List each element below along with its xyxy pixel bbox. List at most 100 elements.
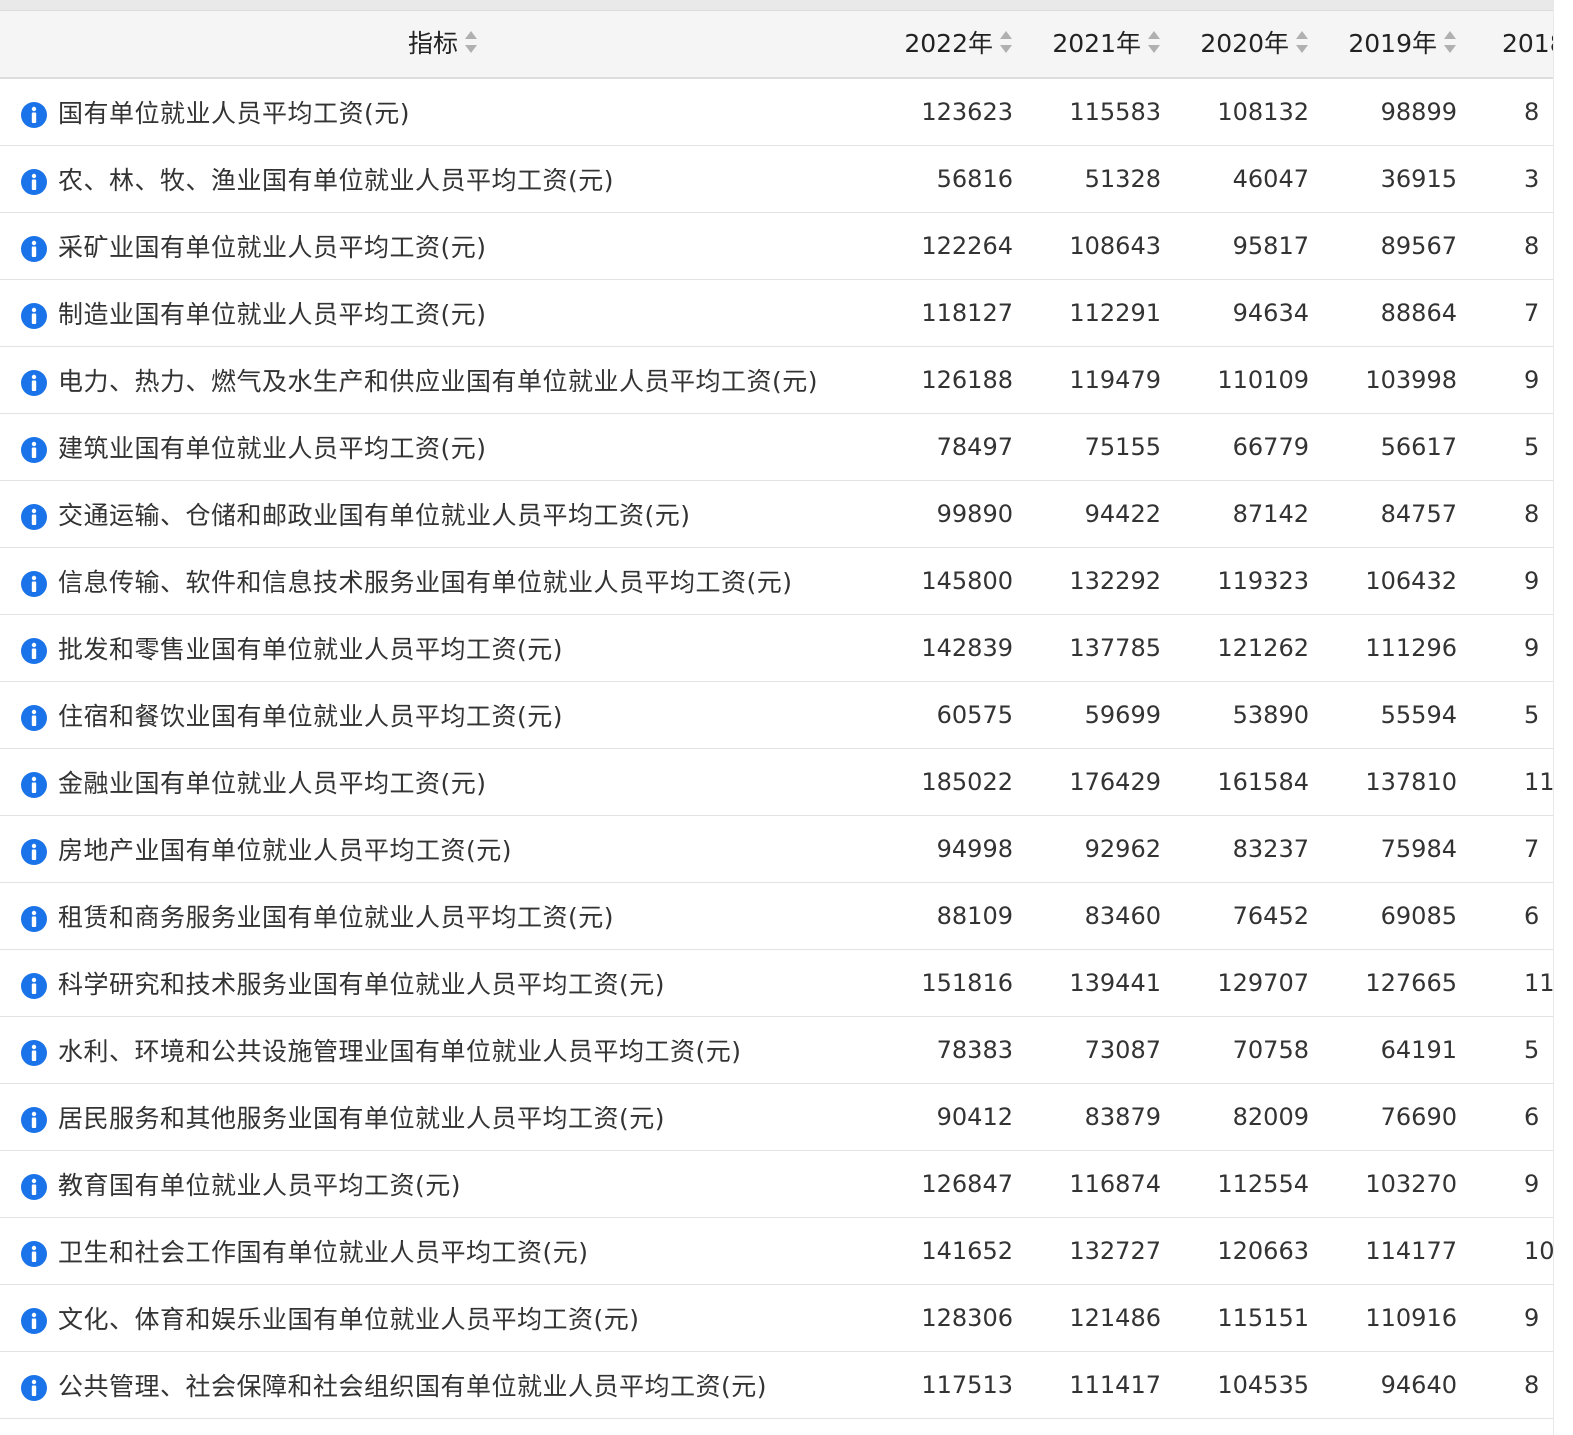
value-cell: 119479 [1069,366,1161,394]
value-cell: 104535 [1217,1371,1309,1399]
table-row: 电力、热力、燃气及水生产和供应业国有单位就业人员平均工资(元) 126188 119… [0,347,1573,414]
info-icon[interactable] [20,503,48,531]
value-cell: 9 [1524,634,1540,662]
value-cell: 82009 [1232,1103,1309,1131]
value-cell: 59699 [1084,701,1161,729]
indicator-cell: 租赁和商务服务业国有单位就业人员平均工资(元) [20,883,614,949]
info-icon[interactable] [20,905,48,933]
info-icon[interactable] [20,972,48,1000]
table-row: 采矿业国有单位就业人员平均工资(元) 122264 108643 95817 89567… [0,213,1573,280]
table-row: 农、林、牧、渔业国有单位就业人员平均工资(元) 56816 51328 46047 36… [0,146,1573,213]
indicator-cell: 水利、环境和公共设施管理业国有单位就业人员平均工资(元) [20,1017,742,1083]
value-cell: 9 [1524,1170,1540,1198]
info-icon[interactable] [20,1374,48,1402]
indicator-name: 交通运输、仓储和邮政业国有单位就业人员平均工资(元) [58,501,691,530]
value-cell: 78383 [936,1036,1013,1064]
data-table: 指标 2022年 2021年 2020年 2019年 2018 国有单位就业人员… [0,11,1573,1435]
value-cell: 9 [1524,366,1540,394]
value-cell: 117513 [921,1371,1013,1399]
info-icon[interactable] [20,1240,48,1268]
value-cell: 53890 [1232,701,1309,729]
sort-arrows-icon[interactable] [1443,29,1457,55]
info-icon[interactable] [20,1106,48,1134]
header-year-2022[interactable]: 2022年 [904,11,1013,77]
value-cell: 106432 [1365,567,1457,595]
value-cell: 121486 [1069,1304,1161,1332]
info-icon[interactable] [20,1173,48,1201]
value-cell: 51328 [1084,165,1161,193]
header-year-2020[interactable]: 2020年 [1200,11,1309,77]
header-indicator-label: 指标 [408,29,459,58]
info-icon[interactable] [20,168,48,196]
sort-arrows-icon[interactable] [1295,29,1309,55]
header-year-2021[interactable]: 2021年 [1052,11,1161,77]
value-cell: 9 [1524,567,1540,595]
indicator-name: 国有单位就业人员平均工资(元) [58,99,411,128]
header-year-label: 2020年 [1200,29,1289,58]
indicator-name: 住宿和餐饮业国有单位就业人员平均工资(元) [58,702,564,731]
indicator-cell: 公共管理、社会保障和社会组织国有单位就业人员平均工资(元) [20,1352,767,1418]
info-icon[interactable] [20,101,48,129]
indicator-cell: 国有单位就业人员平均工资(元) [20,79,410,145]
value-cell: 89567 [1380,232,1457,260]
indicator-cell: 住宿和餐饮业国有单位就业人员平均工资(元) [20,682,563,748]
info-icon[interactable] [20,302,48,330]
indicator-cell: 居民服务和其他服务业国有单位就业人员平均工资(元) [20,1084,665,1150]
indicator-cell: 卫生和社会工作国有单位就业人员平均工资(元) [20,1218,589,1284]
header-year-label: 2022年 [904,29,993,58]
value-cell: 83879 [1084,1103,1161,1131]
value-cell: 121262 [1217,634,1309,662]
table-row: 交通运输、仓储和邮政业国有单位就业人员平均工资(元) 99890 94422 8714… [0,481,1573,548]
value-cell: 70758 [1232,1036,1309,1064]
value-cell: 6 [1524,1103,1540,1131]
info-icon[interactable] [20,704,48,732]
indicator-name: 批发和零售业国有单位就业人员平均工资(元) [58,635,564,664]
value-cell: 69085 [1380,902,1457,930]
sort-arrows-icon[interactable] [464,29,478,55]
value-cell: 108643 [1069,232,1161,260]
header-year-2019[interactable]: 2019年 [1348,11,1457,77]
info-icon[interactable] [20,838,48,866]
value-cell: 127665 [1365,969,1457,997]
header-indicator[interactable]: 指标 [408,11,478,77]
table-body: 国有单位就业人员平均工资(元) 123623 115583 108132 98899 8 农… [0,79,1573,1419]
info-icon[interactable] [20,436,48,464]
value-cell: 8 [1524,232,1540,260]
header-year-label: 2021年 [1052,29,1141,58]
value-cell: 123623 [921,98,1013,126]
sort-arrows-icon[interactable] [999,29,1013,55]
value-cell: 7 [1524,299,1540,327]
indicator-name: 采矿业国有单位就业人员平均工资(元) [58,233,487,262]
value-cell: 5 [1524,433,1540,461]
info-icon[interactable] [20,235,48,263]
indicator-name: 租赁和商务服务业国有单位就业人员平均工资(元) [58,903,615,932]
info-icon[interactable] [20,1307,48,1335]
value-cell: 90412 [936,1103,1013,1131]
value-cell: 56816 [936,165,1013,193]
value-cell: 3 [1524,165,1540,193]
value-cell: 8 [1524,1371,1540,1399]
sort-arrows-icon[interactable] [1147,29,1161,55]
value-cell: 128306 [921,1304,1013,1332]
value-cell: 60575 [936,701,1013,729]
value-cell: 78497 [936,433,1013,461]
info-icon[interactable] [20,637,48,665]
indicator-name: 房地产业国有单位就业人员平均工资(元) [58,836,513,865]
indicator-cell: 教育国有单位就业人员平均工资(元) [20,1151,461,1217]
value-cell: 108132 [1217,98,1309,126]
value-cell: 84757 [1380,500,1457,528]
info-icon[interactable] [20,570,48,598]
info-icon[interactable] [20,1039,48,1067]
info-icon[interactable] [20,369,48,397]
value-cell: 36915 [1380,165,1457,193]
indicator-name: 公共管理、社会保障和社会组织国有单位就业人员平均工资(元) [58,1372,768,1401]
value-cell: 99890 [936,500,1013,528]
value-cell: 88864 [1380,299,1457,327]
table-row: 批发和零售业国有单位就业人员平均工资(元) 142839 137785 121262 1… [0,615,1573,682]
indicator-name: 水利、环境和公共设施管理业国有单位就业人员平均工资(元) [58,1037,742,1066]
value-cell: 94634 [1232,299,1309,327]
value-cell: 176429 [1069,768,1161,796]
value-cell: 110109 [1217,366,1309,394]
value-cell: 151816 [921,969,1013,997]
info-icon[interactable] [20,771,48,799]
